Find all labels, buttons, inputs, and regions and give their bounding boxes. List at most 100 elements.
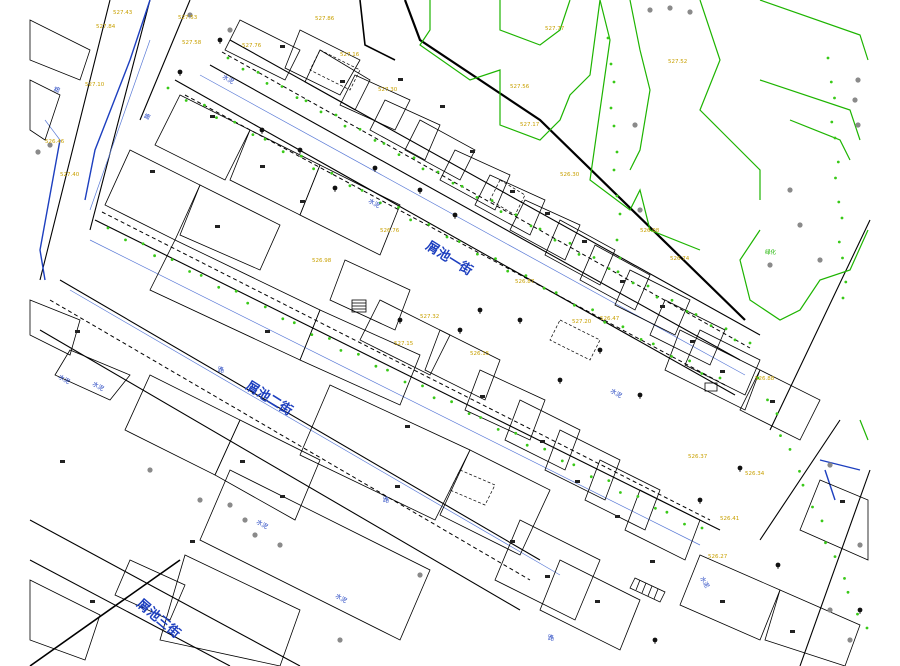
building-tag: [398, 78, 403, 81]
grass-dot: [496, 428, 500, 431]
elevation-label: 527.40: [60, 172, 80, 178]
grass-dot: [694, 313, 698, 316]
grass-dot: [343, 124, 347, 128]
grass-dot: [334, 113, 338, 117]
elevation-label: 526.74: [670, 256, 690, 262]
building-tag: [190, 540, 195, 543]
grass-dot: [636, 495, 640, 498]
building-tag: [510, 540, 515, 543]
elevation-label: 526.34: [745, 471, 765, 477]
grass-dot: [281, 150, 285, 154]
tree-dot: [857, 542, 863, 548]
tree-dot: [827, 607, 833, 613]
grass-dot: [397, 206, 400, 209]
elevation-label: 527.20: [572, 319, 592, 325]
building-tag: [395, 485, 400, 488]
grass-dot: [374, 364, 378, 368]
grass-dot: [184, 99, 188, 102]
elevation-label: 527.30: [378, 87, 398, 93]
grass-dot: [450, 400, 453, 404]
grass-dot: [263, 305, 267, 309]
grass-dot: [203, 103, 206, 107]
grass-dot: [801, 483, 805, 487]
grass-dot: [843, 577, 846, 580]
elevation-label: 526.41: [720, 516, 739, 522]
grass-dot: [166, 86, 170, 90]
grass-dot: [217, 285, 221, 289]
grass-dot: [529, 224, 533, 228]
grass-dot: [568, 241, 572, 245]
grass-dot: [733, 338, 737, 342]
map-background: [0, 0, 900, 666]
building-tag: [75, 330, 80, 333]
grass-dot: [524, 274, 528, 277]
grass-dot: [188, 270, 192, 273]
grass-dot: [615, 194, 619, 198]
grass-dot: [141, 242, 145, 246]
tree-dot: [827, 462, 833, 468]
tree-dot: [855, 122, 861, 128]
elevation-label: 527.52: [668, 59, 687, 65]
building-tag: [60, 460, 65, 463]
grass-dot: [788, 448, 792, 451]
grass-dot: [654, 506, 657, 510]
tree-dot: [797, 222, 803, 228]
grass-dot: [554, 291, 558, 295]
building-tag: [575, 480, 580, 483]
tree-dot: [35, 149, 41, 155]
grass-dot: [837, 240, 841, 244]
grass-dot: [856, 612, 859, 616]
tree-dot: [227, 502, 233, 508]
building-tag: [90, 600, 95, 603]
elevation-label: 527.56: [510, 84, 530, 90]
grass-dot: [619, 491, 622, 494]
building-tag: [440, 105, 445, 108]
tree-dot: [767, 262, 773, 268]
tree-dot: [855, 77, 861, 83]
elevation-label: 526.30: [560, 172, 580, 178]
elevation-label: 527.58: [182, 40, 202, 46]
grass-dot: [300, 154, 303, 158]
road-label-4: 路: [383, 496, 389, 504]
tree-dot: [637, 207, 643, 213]
grass-dot: [609, 62, 613, 66]
grass-dot: [615, 238, 619, 242]
grass-dot: [612, 168, 616, 172]
tree-dot: [227, 27, 233, 33]
grass-dot: [339, 349, 343, 352]
grass-dot: [457, 240, 461, 243]
tree-dot: [847, 637, 853, 643]
grass-dot: [292, 321, 296, 325]
building-tag: [720, 370, 725, 373]
grass-dot: [836, 160, 840, 164]
grass-dot: [432, 396, 436, 400]
grass-dot: [153, 254, 157, 258]
tree-dot: [417, 572, 423, 578]
grass-dot: [651, 342, 655, 346]
grass-dot: [683, 522, 686, 526]
road-label-5: 路: [548, 634, 554, 642]
elevation-label: 526.15: [470, 351, 490, 357]
elevation-label: 527.86: [315, 16, 335, 22]
grass-dot: [840, 216, 844, 220]
grass-dot: [360, 189, 364, 192]
grass-dot: [538, 227, 542, 231]
tree-dot: [687, 9, 693, 15]
grass-dot: [234, 289, 238, 293]
grass-dot: [591, 308, 594, 312]
grass-dot: [553, 238, 557, 242]
elevation-label: 526.98: [312, 258, 332, 264]
grass-dot: [233, 120, 237, 124]
road-label-3: 路: [218, 366, 224, 374]
grass-dot: [700, 372, 704, 375]
grass-dot: [506, 269, 510, 273]
building-tag: [300, 200, 305, 203]
building-tag: [582, 240, 587, 243]
tree-dot: [242, 517, 248, 523]
tree-dot: [667, 5, 673, 11]
grass-dot: [499, 210, 503, 214]
building-tag: [510, 190, 515, 193]
elevation-label: 526.46: [45, 139, 65, 145]
building-tag: [660, 305, 665, 308]
grass-dot: [330, 171, 334, 175]
